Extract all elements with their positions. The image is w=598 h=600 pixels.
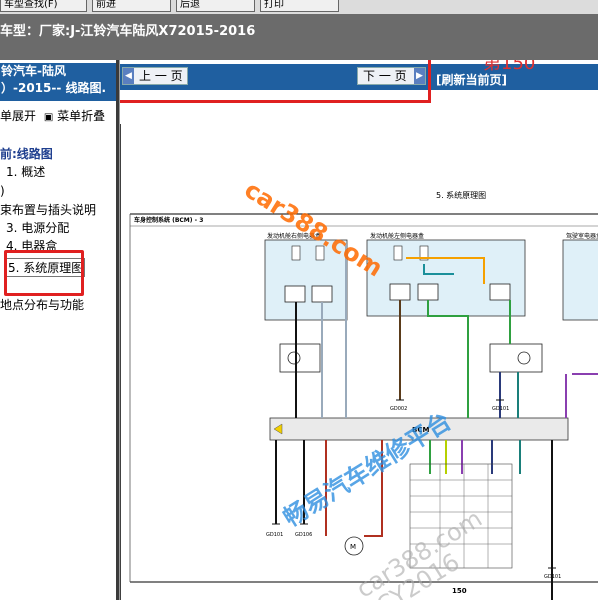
relay-r1: [284, 285, 306, 303]
ground-label-1: GD101: [266, 532, 283, 538]
menu-expand-link[interactable]: 单展开: [0, 109, 36, 123]
toolbar-button-print[interactable]: 打印: [260, 0, 339, 12]
section-title: 5. 系统原理图: [436, 190, 486, 200]
sidebar-header-line2: ）-2015-- 线路图.: [1, 81, 107, 95]
fuse-box-cabin: [562, 239, 598, 321]
ground-label-3: GD002: [390, 406, 407, 412]
vehicle-info-bar: 车型：厂家:J-江铃汽车陆风X72015-2016: [0, 14, 598, 60]
nav-highlight-box: [120, 60, 431, 103]
fuse-1: [291, 245, 301, 261]
wire-green-1: [427, 300, 469, 418]
sidebar-header-line1: 铃汽车-陆风: [1, 64, 66, 78]
tree-item-harness-layout[interactable]: 束布置与插头说明: [0, 201, 96, 218]
toolbar-button-back[interactable]: 后退: [176, 0, 255, 12]
tree-item-ground-points[interactable]: 地点分布与功能: [0, 296, 84, 313]
menu-collapse-link[interactable]: 菜单折叠: [57, 109, 105, 123]
fuse-box-cabin-label: 驾驶室电器盒: [566, 232, 598, 240]
relay-component: [489, 343, 543, 373]
fuse-3: [393, 245, 403, 261]
menu-collapse-icon: ▣: [43, 112, 54, 123]
content-pane: ◀ 上 一 页 下 一 页 ▶ [刷新当前页] 第150 5. 系统原理图 车身…: [120, 60, 598, 600]
ground-label-2: GD106: [295, 532, 312, 538]
menu-controls: 单展开 ▣ 菜单折叠: [0, 107, 105, 124]
ground-label-5: GD101: [544, 574, 561, 580]
tree-item-overview[interactable]: 1. 概述: [6, 163, 45, 180]
switch-table: [409, 463, 513, 569]
toolbar: 车型查找(F) 前进 后退 打印: [0, 0, 598, 14]
current-section-label: 前:线路图: [0, 147, 53, 161]
tree-item-fragment: ): [0, 184, 5, 198]
bcm-label: BCM: [412, 426, 429, 434]
fuse-box-left-label: 发动机舱左侧电器盒: [370, 232, 424, 240]
page-annotation: 第150: [483, 60, 536, 74]
ground-label-4: GD101: [492, 406, 509, 412]
motor-icon-letter: M: [350, 543, 356, 551]
fuse-box-right-label: 发动机舱右侧电器盒: [267, 232, 321, 240]
diagram-subtitle: 车身控制系统 (BCM) - 3: [134, 216, 203, 224]
sidebar-header: 铃汽车-陆风 ）-2015-- 线路图.: [0, 63, 116, 101]
relay-l3: [489, 283, 511, 301]
fuse-box-right: [264, 239, 348, 321]
relay-l2: [417, 283, 439, 301]
fuse-box-left: [366, 239, 526, 317]
toolbar-button-forward[interactable]: 前进: [92, 0, 171, 12]
fuse-2: [315, 245, 325, 261]
selection-highlight-box: [4, 250, 84, 296]
toolbar-button-vehicle-search[interactable]: 车型查找(F): [0, 0, 87, 12]
vehicle-info-text: 车型：厂家:J-江铃汽车陆风X72015-2016: [0, 24, 256, 39]
relay-l1: [389, 283, 411, 301]
wire-red-2: [364, 440, 383, 537]
wiring-diagram: 5. 系统原理图 车身控制系统 (BCM) - 3 150 发动机舱右侧电器盒 …: [120, 124, 598, 600]
sidebar: 铃汽车-陆风 ）-2015-- 线路图. 单展开 ▣ 菜单折叠 前:线路图 1.…: [0, 60, 116, 600]
relay-r2: [311, 285, 333, 303]
tree-item-power-distribution[interactable]: 3. 电源分配: [6, 219, 69, 236]
diagram-page-number: 150: [452, 587, 467, 595]
